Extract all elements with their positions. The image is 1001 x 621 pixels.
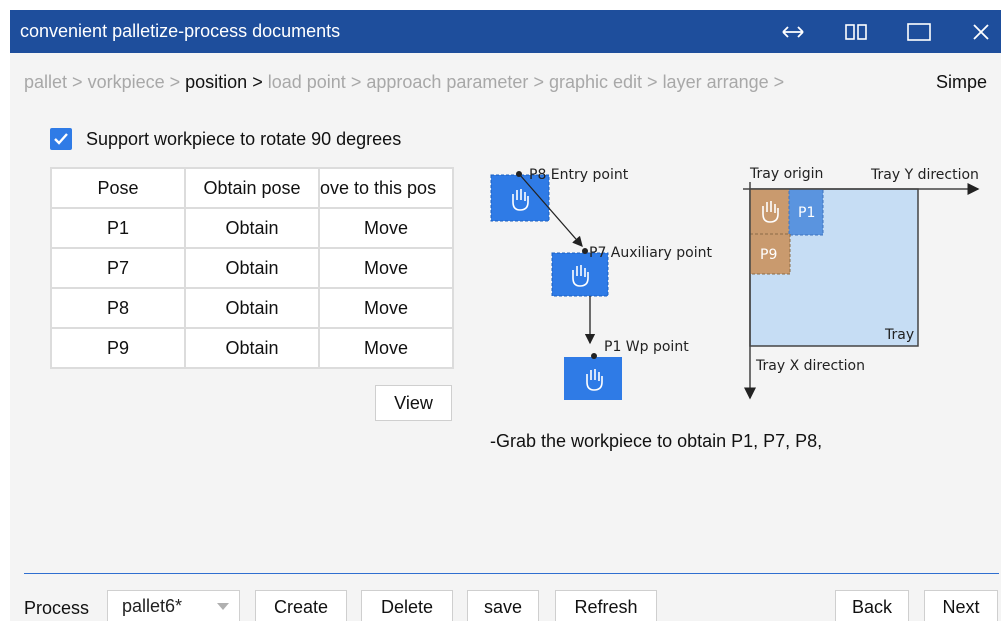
pose-name: P1: [50, 207, 186, 249]
breadcrumb-separator: >: [72, 72, 88, 92]
wp-point-label: P1 Wp point: [604, 339, 689, 355]
breadcrumb-separator: >: [169, 72, 186, 92]
breadcrumb-separator: >: [252, 72, 268, 92]
pose-name: P9: [50, 327, 186, 369]
pose-name: P7: [50, 247, 186, 289]
move-p9-button[interactable]: Move: [318, 327, 454, 369]
column-header-pose: Pose: [50, 167, 186, 209]
delete-button[interactable]: Delete: [361, 590, 453, 621]
create-button[interactable]: Create: [255, 590, 347, 621]
table-row: P1 Obtain Move: [50, 207, 454, 249]
swap-icon[interactable]: [780, 19, 806, 45]
tray-diagram: P1 P9 Tray origin Tray Y direction Tray …: [743, 166, 980, 400]
obtain-p8-button[interactable]: Obtain: [184, 287, 320, 329]
obtain-p7-button[interactable]: Obtain: [184, 247, 320, 289]
obtain-p1-button[interactable]: Obtain: [184, 207, 320, 249]
auxiliary-point-marker: P7 Auxiliary point: [551, 245, 712, 297]
breadcrumb-item-layer-arrange[interactable]: layer arrange: [663, 72, 769, 92]
tray-origin-label: Tray origin: [749, 166, 823, 182]
app-window: convenient palletize-process documents p…: [10, 10, 1001, 621]
breadcrumb-item-simple[interactable]: Simpe: [936, 72, 987, 93]
breadcrumb-separator: >: [533, 72, 549, 92]
footer-divider: [24, 573, 999, 574]
back-button[interactable]: Back: [835, 590, 909, 621]
auxiliary-point-label: P7 Auxiliary point: [589, 245, 712, 261]
entry-point-label: P8 Entry point: [529, 167, 629, 183]
breadcrumb-item-approach-parameter[interactable]: approach parameter: [366, 72, 528, 92]
table-row: P7 Obtain Move: [50, 247, 454, 289]
obtain-p9-button[interactable]: Obtain: [184, 327, 320, 369]
table-row: P9 Obtain Move: [50, 327, 454, 369]
move-p8-button[interactable]: Move: [318, 287, 454, 329]
split-view-icon[interactable]: [843, 19, 869, 45]
column-header-move-to-pose: ove to this pos: [318, 167, 454, 209]
tray-x-direction-label: Tray X direction: [755, 358, 865, 374]
breadcrumb: pallet > vorkpiece > position > load poi…: [24, 72, 784, 93]
breadcrumb-item-workpiece[interactable]: vorkpiece: [88, 72, 165, 92]
instruction-text: -Grab the workpiece to obtain P1, P7, P8…: [490, 431, 823, 451]
maximize-icon[interactable]: [906, 19, 932, 45]
move-p7-button[interactable]: Move: [318, 247, 454, 289]
tray-y-direction-label: Tray Y direction: [870, 167, 979, 183]
entry-point-marker: P8 Entry point: [490, 167, 629, 222]
breadcrumb-separator: >: [773, 72, 785, 92]
tray-label: Tray: [884, 327, 914, 343]
breadcrumb-item-position[interactable]: position: [185, 72, 247, 92]
table-header-row: Pose Obtain pose ove to this pos: [50, 167, 454, 209]
process-select[interactable]: pallet6*: [107, 590, 240, 621]
support-rotate-checkbox[interactable]: [50, 128, 72, 150]
footer-toolbar: Process pallet6* Create Delete save Refr…: [10, 590, 1001, 621]
title-bar: convenient palletize-process documents: [10, 10, 1001, 53]
support-rotate-label: Support workpiece to rotate 90 degrees: [86, 128, 402, 149]
chevron-down-icon: [217, 603, 229, 610]
refresh-button[interactable]: Refresh: [555, 590, 657, 621]
pose-name: P8: [50, 287, 186, 329]
view-button[interactable]: View: [375, 385, 452, 421]
breadcrumb-item-load-point[interactable]: load point: [268, 72, 346, 92]
window-title: convenient palletize-process documents: [20, 21, 341, 41]
next-button[interactable]: Next: [924, 590, 998, 621]
checkmark-icon: [54, 133, 68, 145]
pose-table: Pose Obtain pose ove to this pos P1 Obta…: [50, 167, 454, 369]
process-select-value: pallet6*: [122, 596, 183, 616]
table-row: P8 Obtain Move: [50, 287, 454, 329]
breadcrumb-item-pallet[interactable]: pallet: [24, 72, 67, 92]
palletize-diagram: P8 Entry point P7 Auxiliary point P1 Wp …: [490, 166, 980, 400]
tray-p1-label: P1: [798, 205, 815, 221]
support-rotate-option[interactable]: Support workpiece to rotate 90 degrees: [50, 128, 455, 150]
move-p1-button[interactable]: Move: [318, 207, 454, 249]
close-icon[interactable]: [968, 19, 994, 45]
breadcrumb-separator: >: [647, 72, 663, 92]
breadcrumb-separator: >: [350, 72, 367, 92]
save-button[interactable]: save: [467, 590, 539, 621]
column-header-obtain-pose: Obtain pose: [184, 167, 320, 209]
breadcrumb-item-graphic-edit[interactable]: graphic edit: [549, 72, 642, 92]
tray-p9-label: P9: [760, 247, 777, 263]
wp-point-marker: P1 Wp point: [564, 339, 689, 400]
process-label: Process: [24, 598, 90, 618]
